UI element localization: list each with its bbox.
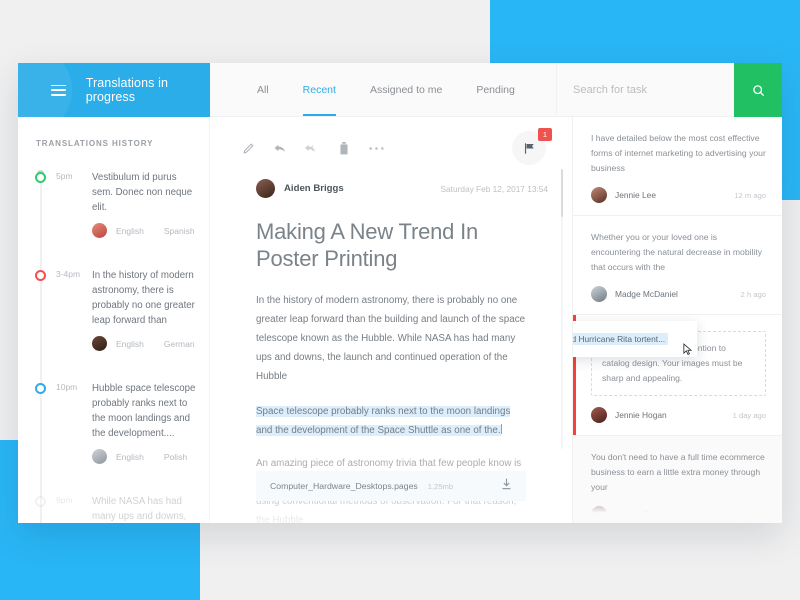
download-icon [502,478,511,490]
timeline-dot [34,172,46,183]
hamburger-menu-icon[interactable] [51,84,66,96]
search-container [556,63,734,117]
history-item-target-lang: Spanish [163,225,195,236]
flag-badge: 1 [538,128,552,141]
avatar [256,179,275,198]
app-title: Translations in progress [85,76,169,104]
attachment-row[interactable]: Computer_Hardware_Desktops.pages 1,25mb [256,471,526,501]
history-item-time: 10pm [56,382,78,393]
task-item[interactable]: I have detailed below the most cost effe… [573,117,782,217]
reply-icon [274,144,285,152]
translations-history-panel: TRANSLATIONS HISTORY 5pm Vestibulum id p… [18,117,210,523]
more-horizontal-icon [368,146,384,150]
task-text: I have detailed below the most cost effe… [591,133,766,174]
article-scrollbar[interactable] [560,169,563,449]
more-options-button[interactable] [360,146,392,151]
tab-all[interactable]: All [240,63,286,116]
avatar [591,407,607,424]
reply-all-button[interactable] [296,142,328,155]
article-author-row: Aiden Briggs Saturday Feb 12, 2017 13:54 [210,161,572,198]
history-item[interactable]: 9pm While NASA has had many ups and down… [34,494,209,523]
article-paragraph-1-wrap: 1 In the history of modern astronomy, th… [210,291,572,386]
task-timestamp: 2 h ago [740,289,766,299]
history-item-text: Hubble space telescope probably ranks ne… [92,383,196,440]
history-item-text: Vestibulum id purus sem. Donec non neque… [92,172,193,214]
flag-button[interactable]: 1 [512,128,552,165]
reply-button[interactable] [264,142,296,155]
history-item[interactable]: 5pm Vestibulum id purus sem. Donec non n… [34,170,209,239]
article-author-name: Aiden Briggs [284,183,344,194]
task-author: Jennie Hogan [615,410,667,421]
article-paragraph-2-wrap: ✓ 2 Space telescope probably ranks next … [210,402,572,440]
avatar [591,286,607,303]
history-item-source-lang: English [116,225,144,236]
article-toolbar: 1 [210,128,572,165]
edit-pencil-button[interactable] [232,142,264,155]
avatar [591,506,607,523]
article-scrollbar-thumb[interactable] [560,169,563,217]
history-item-target-lang: German [163,338,195,349]
timeline-dot [34,496,46,508]
timeline-dot [34,270,46,282]
attachment-size: 1,25mb [427,481,454,491]
grab-cursor-icon [683,343,693,356]
task-item-dropzone[interactable]: You also want to pay attention to catalo… [573,315,782,437]
drag-ghost-label: Majd Hurricane Rita tortent... [573,333,669,346]
tab-recent[interactable]: Recent [286,63,353,116]
task-author: Nannie Rivera [615,509,669,520]
search-input[interactable] [557,83,734,96]
task-timestamp: 1 day ago [732,509,766,519]
app-window: Translations in progress All Recent Assi… [18,63,782,523]
history-title: TRANSLATIONS HISTORY [36,139,154,148]
history-timeline: 5pm Vestibulum id purus sem. Donec non n… [18,170,209,523]
history-item-target-lang: Polish [163,451,188,462]
history-item[interactable]: 10pm Hubble space telescope probably ran… [34,381,209,465]
article-title: Making A New Trend In Poster Printing [256,219,479,272]
avatar [591,187,607,204]
history-item-time: 9pm [56,495,73,506]
task-text: Whether you or your loved one is encount… [591,232,763,273]
article-panel: 1 Aiden Briggs Saturday Feb 12, 2017 13:… [210,117,572,523]
article-timestamp: Saturday Feb 12, 2017 13:54 [440,183,548,194]
article-paragraph-1: In the history of modern astronomy, ther… [256,294,526,382]
task-item[interactable]: Whether you or your loved one is encount… [573,216,782,316]
history-item-source-lang: English [116,451,144,462]
app-header: Translations in progress All Recent Assi… [18,63,782,117]
edit-pencil-icon [242,142,254,154]
history-item-time: 3-4pm [56,269,81,280]
app-body: TRANSLATIONS HISTORY 5pm Vestibulum id p… [18,117,782,523]
download-button[interactable] [501,477,512,495]
search-button[interactable] [734,63,782,117]
timeline-dot [34,383,46,395]
task-text: You don't need to have a full time ecomm… [591,452,765,493]
avatar [92,449,107,465]
history-item-source-lang: English [116,338,144,349]
history-item-time: 5pm [56,171,73,181]
task-list-panel: I have detailed below the most cost effe… [572,117,782,523]
article-paragraph-2: Space telescope probably ranks next to t… [256,402,526,440]
attachment-name: Computer_Hardware_Desktops.pages [270,481,418,491]
task-author: Jennie Lee [615,190,656,201]
history-item-text: While NASA has had many ups and downs, t… [92,496,187,523]
history-item-text: In the history of modern astronomy, ther… [92,270,195,327]
flag-icon [524,142,534,154]
task-timestamp: 1 day ago [732,410,766,420]
search-icon [752,84,764,96]
delete-button[interactable] [328,141,360,155]
history-item[interactable]: 3-4pm In the history of modern astronomy… [34,268,209,352]
header-tabs: All Recent Assigned to me Pending [210,63,556,117]
avatar [92,336,107,352]
trash-icon [340,141,348,154]
reply-all-icon [304,144,315,152]
tab-pending[interactable]: Pending [459,63,532,116]
highlighted-text: Space telescope probably ranks next to t… [256,406,511,437]
task-author: Madge McDaniel [615,289,678,300]
task-item[interactable]: You don't need to have a full time ecomm… [573,436,782,523]
avatar [92,223,107,239]
text-caret [500,424,502,435]
header-brand: Translations in progress [18,63,210,117]
tab-assigned-to-me[interactable]: Assigned to me [353,63,459,116]
task-timestamp: 12 m ago [734,190,766,200]
drag-ghost-card[interactable]: Majd Hurricane Rita tortent... [573,321,697,358]
